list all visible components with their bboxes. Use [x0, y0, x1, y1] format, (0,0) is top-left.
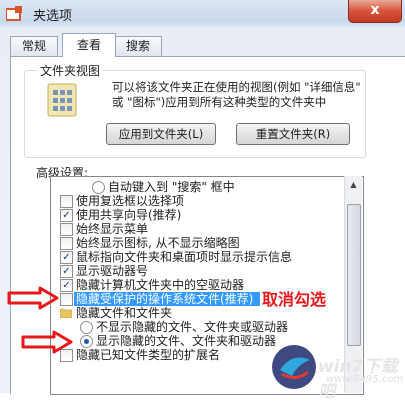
- folder-view-icon: [42, 82, 82, 118]
- annotation-uncheck: 取消勾选: [262, 290, 327, 309]
- red-arrow-icon: [6, 286, 60, 313]
- folder-options-window: 夹选项 x 常规 查看 搜索 文件夹视图 可以将该文件夹正在使用的视图(例如 "…: [0, 0, 405, 402]
- radio-dont-show-hidden[interactable]: [80, 321, 93, 334]
- checkbox-always-show-menus[interactable]: [60, 223, 73, 236]
- tab-search[interactable]: 搜索: [114, 36, 162, 56]
- radio-auto-type-search[interactable]: [92, 181, 105, 194]
- folder-icon: [59, 307, 73, 319]
- list-item-hide-extensions[interactable]: 隐藏已知文件类型的扩展名: [76, 348, 220, 362]
- tab-view[interactable]: 查看: [62, 33, 116, 57]
- folder-options-icon: [5, 6, 22, 21]
- list-item-hide-protected-os-files[interactable]: 隐藏受保护的操作系统文件(推荐): [76, 292, 253, 306]
- folder-views-description: 可以将该文件夹正在使用的视图(例如 "详细信息" 或 "图标")应用到所有这种类…: [112, 80, 361, 109]
- scroll-up-arrow-icon[interactable]: ▲: [345, 176, 362, 193]
- title-bar: 夹选项 x: [0, 0, 405, 28]
- list-item-sharing-wizard[interactable]: 使用共享向导(推荐): [76, 208, 181, 222]
- list-item-always-show-menus[interactable]: 始终显示菜单: [76, 222, 148, 236]
- reset-folders-button[interactable]: 重置文件夹(R): [236, 123, 350, 145]
- apply-to-folders-button[interactable]: 应用到文件夹(L): [106, 123, 216, 145]
- checkbox-hide-protected-os-files[interactable]: [60, 293, 73, 306]
- watermark-url: www.8495.com: [326, 374, 404, 385]
- folder-views-title: 文件夹视图: [37, 62, 104, 79]
- checkbox-use-checkboxes[interactable]: [60, 195, 73, 208]
- list-item-hidden-files-folders: 隐藏文件和文件夹: [76, 306, 173, 320]
- checkbox-popup-description[interactable]: ✓: [60, 251, 73, 264]
- checkbox-hide-empty-drives[interactable]: ✓: [60, 279, 73, 292]
- checkbox-sharing-wizard[interactable]: ✓: [60, 209, 73, 222]
- list-item-popup-description[interactable]: 鼠标指向文件夹和桌面项时显示提示信息: [76, 250, 292, 264]
- close-button[interactable]: x: [348, 0, 402, 23]
- list-item-icons-never-thumbnails[interactable]: 始终显示图标, 从不显示缩略图: [76, 236, 240, 250]
- list-item-dont-show-hidden[interactable]: 不显示隐藏的文件、文件夹或驱动器: [96, 320, 288, 334]
- radio-show-hidden[interactable]: [80, 335, 93, 348]
- list-item-show-hidden[interactable]: 显示隐藏的文件、文件夹和驱动器: [96, 334, 276, 348]
- checkbox-show-drive-letters[interactable]: ✓: [60, 265, 73, 278]
- list-item-show-drive-letters[interactable]: 显示驱动器号: [76, 264, 148, 278]
- list-item-use-checkboxes[interactable]: 使用复选框以选择项: [76, 194, 184, 208]
- checkbox-icons-never-thumbnails[interactable]: [60, 237, 73, 250]
- red-arrow-icon: [20, 330, 74, 357]
- tab-general[interactable]: 常规: [10, 36, 58, 56]
- scroll-thumb[interactable]: [347, 204, 361, 346]
- list-item-hide-empty-drives[interactable]: 隐藏计算机文件夹中的空驱动器: [76, 278, 244, 292]
- list-item-auto-type-search[interactable]: 自动键入到 "搜索" 框中: [108, 180, 235, 194]
- window-title: 夹选项: [33, 9, 73, 24]
